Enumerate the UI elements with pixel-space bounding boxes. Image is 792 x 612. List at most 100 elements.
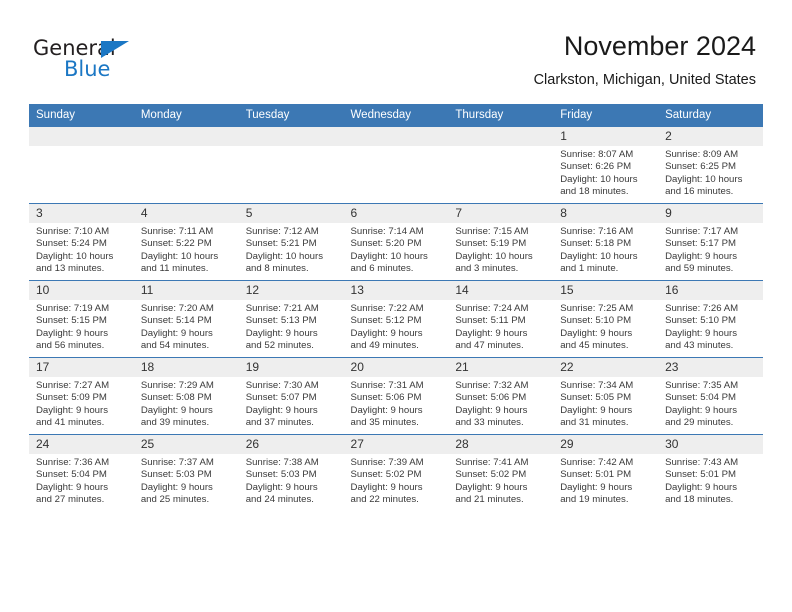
sunrise-text: Sunrise: 7:20 AM (140, 303, 214, 314)
daylight-text-line1: Daylight: 9 hours (455, 327, 528, 339)
calendar-day-cell[interactable]: 7 Sunrise: 7:15 AM Sunset: 5:19 PM Daylight… (448, 203, 554, 281)
daylight-text-line1: Daylight: 9 hours (560, 404, 633, 416)
day-number: 27 (343, 435, 449, 454)
daylight-text-line2: and 43 minutes. (665, 340, 734, 352)
sunset-text: Sunset: 5:24 PM (36, 238, 107, 250)
calendar-day-cell[interactable]: 27 Sunrise: 7:39 AM Sunset: 5:02 PM Dayligh… (343, 434, 449, 511)
calendar-day-cell[interactable]: 21 Sunrise: 7:32 AM Sunset: 5:06 PM Dayligh… (448, 357, 554, 435)
daylight-text-line2: and 35 minutes. (350, 417, 419, 429)
calendar-day-cell[interactable]: 16 Sunrise: 7:26 AM Sunset: 5:10 PM Dayligh… (658, 280, 763, 358)
calendar-day-cell[interactable]: 1 Sunrise: 8:07 AM Sunset: 6:26 PM Daylight… (553, 127, 659, 204)
daylight-text-line2: and 56 minutes. (36, 340, 105, 352)
calendar-day-cell[interactable]: 19 Sunrise: 7:30 AM Sunset: 5:07 PM Dayligh… (238, 357, 344, 435)
general-blue-logo[interactable]: General Blue (33, 36, 153, 82)
daylight-text-line1: Daylight: 10 hours (560, 250, 638, 262)
day-sun-info: Sunrise: 7:21 AM Sunset: 5:13 PM Daylight:… (239, 300, 344, 353)
sunset-text: Sunset: 5:05 PM (560, 392, 632, 404)
day-sun-info: Sunrise: 8:09 AM Sunset: 6:25 PM Daylight:… (658, 146, 763, 199)
calendar-week-row: 17 Sunrise: 7:27 AM Sunset: 5:09 PM Dayligh… (29, 357, 763, 435)
sunset-text: Sunset: 5:09 PM (36, 392, 107, 404)
daylight-text-line2: and 24 minutes. (245, 494, 314, 506)
day-number: 5 (238, 204, 344, 223)
sunset-text: Sunset: 6:25 PM (665, 161, 736, 173)
sunset-text: Sunset: 5:19 PM (455, 238, 527, 250)
sunset-text: Sunset: 5:01 PM (665, 469, 736, 481)
sunrise-text: Sunrise: 7:39 AM (350, 457, 424, 468)
sunset-text: Sunset: 5:07 PM (245, 392, 317, 404)
daylight-text-line2: and 49 minutes. (350, 340, 419, 352)
calendar-day-cell[interactable]: 10 Sunrise: 7:19 AM Sunset: 5:15 PM Dayligh… (29, 280, 134, 358)
calendar-day-cell[interactable]: 22 Sunrise: 7:34 AM Sunset: 5:05 PM Dayligh… (553, 357, 659, 435)
daylight-text-line2: and 27 minutes. (36, 494, 105, 506)
day-number: 15 (553, 281, 659, 300)
calendar-day-cell[interactable]: 5 Sunrise: 7:12 AM Sunset: 5:21 PM Daylight… (238, 203, 344, 281)
daylight-text-line2: and 22 minutes. (350, 494, 419, 506)
daylight-text-line2: and 59 minutes. (665, 263, 734, 275)
calendar-day-cell[interactable]: 29 Sunrise: 7:42 AM Sunset: 5:01 PM Dayligh… (553, 434, 659, 511)
calendar-week-row: 3 Sunrise: 7:10 AM Sunset: 5:24 PM Daylight… (29, 203, 763, 281)
calendar-day-cell[interactable]: 24 Sunrise: 7:36 AM Sunset: 5:04 PM Dayligh… (29, 434, 134, 511)
sunset-text: Sunset: 5:03 PM (245, 469, 317, 481)
day-number: 6 (343, 204, 449, 223)
calendar-day-cell[interactable]: 30 Sunrise: 7:43 AM Sunset: 5:01 PM Dayligh… (658, 434, 763, 511)
logo-text-blue: Blue (64, 57, 111, 81)
calendar-day-cell[interactable]: 13 Sunrise: 7:22 AM Sunset: 5:12 PM Dayligh… (343, 280, 449, 358)
calendar-day-cell[interactable]: 6 Sunrise: 7:14 AM Sunset: 5:20 PM Daylight… (343, 203, 449, 281)
sunrise-text: Sunrise: 7:29 AM (140, 380, 214, 391)
day-number: 22 (553, 358, 659, 377)
day-number: 10 (29, 281, 134, 300)
calendar-day-cell[interactable]: 8 Sunrise: 7:16 AM Sunset: 5:18 PM Daylight… (553, 203, 659, 281)
calendar-day-cell[interactable]: 12 Sunrise: 7:21 AM Sunset: 5:13 PM Dayligh… (238, 280, 344, 358)
calendar-day-cell[interactable]: 11 Sunrise: 7:20 AM Sunset: 5:14 PM Dayligh… (133, 280, 239, 358)
daylight-text-line1: Daylight: 9 hours (245, 481, 318, 493)
triangle-icon (101, 41, 129, 58)
day-number: 8 (553, 204, 659, 223)
daylight-text-line1: Daylight: 9 hours (140, 481, 213, 493)
calendar-day-cell[interactable]: 25 Sunrise: 7:37 AM Sunset: 5:03 PM Dayligh… (133, 434, 239, 511)
daylight-text-line2: and 21 minutes. (455, 494, 524, 506)
sunrise-text: Sunrise: 7:32 AM (455, 380, 529, 391)
calendar-day-cell[interactable]: 3 Sunrise: 7:10 AM Sunset: 5:24 PM Daylight… (29, 203, 134, 281)
calendar-page: General Blue November 2024 Clarkston, Mi… (0, 0, 792, 612)
calendar-day-cell[interactable]: 2 Sunrise: 8:09 AM Sunset: 6:25 PM Daylight… (658, 127, 763, 204)
sunrise-text: Sunrise: 7:34 AM (560, 380, 634, 391)
daylight-text-line2: and 54 minutes. (140, 340, 210, 352)
sunset-text: Sunset: 5:03 PM (140, 469, 212, 481)
daylight-text-line2: and 1 minute. (560, 263, 619, 275)
calendar-day-cell[interactable]: 9 Sunrise: 7:17 AM Sunset: 5:17 PM Daylight… (658, 203, 763, 281)
day-number: 11 (133, 281, 239, 300)
calendar-day-cell[interactable]: 28 Sunrise: 7:41 AM Sunset: 5:02 PM Dayligh… (448, 434, 554, 511)
calendar-week-row: 1 Sunrise: 8:07 AM Sunset: 6:26 PM Daylight… (29, 127, 763, 204)
sunrise-text: Sunrise: 7:24 AM (455, 303, 529, 314)
daylight-text-line2: and 18 minutes. (560, 186, 629, 198)
day-number: 14 (448, 281, 554, 300)
calendar-day-cell[interactable]: 14 Sunrise: 7:24 AM Sunset: 5:11 PM Dayligh… (448, 280, 554, 358)
page-subtitle: Clarkston, Michigan, United States (533, 72, 756, 88)
sunrise-text: Sunrise: 7:12 AM (245, 226, 319, 237)
day-number (238, 127, 344, 146)
sunrise-text: Sunrise: 7:16 AM (560, 226, 634, 237)
day-number: 1 (553, 127, 659, 146)
calendar-day-cell-empty (238, 127, 344, 204)
sunrise-text: Sunrise: 7:30 AM (245, 380, 319, 391)
calendar-day-cell[interactable]: 15 Sunrise: 7:25 AM Sunset: 5:10 PM Dayligh… (553, 280, 659, 358)
calendar-day-cell[interactable]: 20 Sunrise: 7:31 AM Sunset: 5:06 PM Dayligh… (343, 357, 449, 435)
calendar-day-cell[interactable]: 17 Sunrise: 7:27 AM Sunset: 5:09 PM Dayligh… (29, 357, 134, 435)
sunset-text: Sunset: 5:01 PM (560, 469, 632, 481)
daylight-text-line1: Daylight: 9 hours (140, 404, 213, 416)
calendar-day-cell[interactable]: 18 Sunrise: 7:29 AM Sunset: 5:08 PM Dayligh… (133, 357, 239, 435)
calendar-day-cell[interactable]: 23 Sunrise: 7:35 AM Sunset: 5:04 PM Dayligh… (658, 357, 763, 435)
calendar-day-cell[interactable]: 4 Sunrise: 7:11 AM Sunset: 5:22 PM Daylight… (133, 203, 239, 281)
sunset-text: Sunset: 5:11 PM (455, 315, 526, 327)
calendar-grid: Sunday Monday Tuesday Wednesday Thursday… (29, 104, 763, 511)
day-number: 24 (29, 435, 134, 454)
calendar-day-cell-empty (29, 127, 134, 204)
day-sun-info: Sunrise: 7:17 AM Sunset: 5:17 PM Daylight:… (658, 223, 763, 276)
calendar-day-cell[interactable]: 26 Sunrise: 7:38 AM Sunset: 5:03 PM Dayligh… (238, 434, 344, 511)
sunrise-text: Sunrise: 7:21 AM (245, 303, 319, 314)
sunrise-text: Sunrise: 7:17 AM (665, 226, 739, 237)
sunset-text: Sunset: 6:26 PM (560, 161, 632, 173)
sunrise-text: Sunrise: 7:26 AM (665, 303, 739, 314)
sunset-text: Sunset: 5:13 PM (245, 315, 317, 327)
sunset-text: Sunset: 5:17 PM (665, 238, 736, 250)
